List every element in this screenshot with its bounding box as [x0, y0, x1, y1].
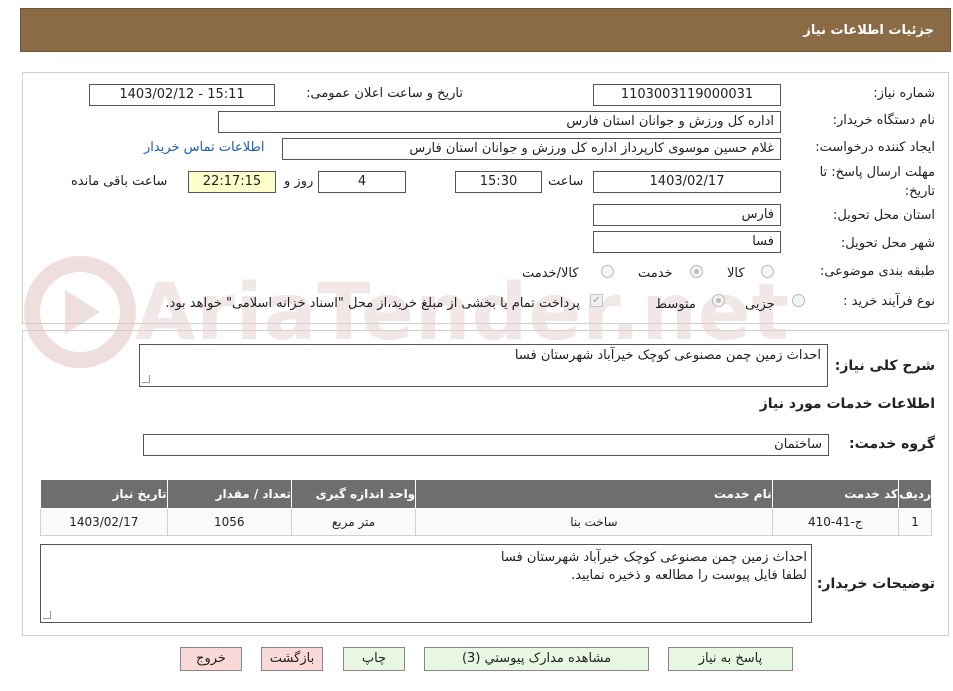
col-name: نام خدمت — [415, 479, 773, 509]
process-medium-label: متوسط — [655, 297, 696, 312]
buyer-notes-field: احداث زمین چمن مصنوعی کوچک خیرآباد شهرست… — [40, 544, 812, 623]
service-group-label: گروه خدمت: — [849, 436, 935, 452]
buyer-org-label: نام دستگاه خریدار: — [832, 113, 935, 128]
print-button[interactable]: چاپ — [343, 647, 405, 671]
cell-qty: 1056 — [166, 508, 292, 536]
category-goods-service-label: کالا/خدمت — [522, 266, 579, 281]
process-minor-label: جزیی — [745, 297, 775, 312]
requester-label: ایجاد کننده درخواست: — [815, 140, 935, 155]
deadline-label-2: تاریخ: — [904, 184, 935, 199]
col-date: تاریخ نیاز — [40, 479, 168, 509]
buyer-notes-label: توضیحات خریدار: — [816, 576, 935, 592]
col-code: کد خدمت — [771, 479, 900, 509]
table-row: 1 ج-41-410 ساخت بنا متر مربع 1056 1403/0… — [40, 508, 932, 536]
cell-date: 1403/02/17 — [40, 508, 168, 536]
view-attachments-button[interactable]: مشاهده مدارک پیوستي (3) — [424, 647, 649, 671]
summary-field: احداث زمین چمن مصنوعی کوچک خیرآباد شهرست… — [139, 344, 828, 387]
page-title: جزئیات اطلاعات نیاز — [803, 23, 934, 38]
deadline-time-field: 15:30 — [455, 171, 542, 193]
need-number-label: شماره نیاز: — [873, 86, 935, 101]
buyer-notes-line-2: لطفا فایل پیوست را مطالعه و ذخیره نمایید… — [571, 568, 807, 583]
deadline-label-1: مهلت ارسال پاسخ: تا — [819, 165, 935, 180]
buyer-notes-line-1: احداث زمین چمن مصنوعی کوچک خیرآباد شهرست… — [500, 550, 807, 565]
back-button[interactable]: بازگشت — [261, 647, 323, 671]
page-header: جزئیات اطلاعات نیاز — [20, 8, 951, 52]
buyer-contact-link[interactable]: اطلاعات تماس خریدار — [144, 140, 264, 155]
exit-button[interactable]: خروج — [180, 647, 242, 671]
deadline-days-field: 4 — [318, 171, 406, 193]
col-row: ردیف — [898, 479, 932, 509]
category-goods-service-radio[interactable] — [601, 265, 614, 278]
process-medium-radio[interactable] — [712, 294, 725, 307]
cell-unit: متر مربع — [290, 508, 417, 536]
col-qty: تعداد / مقدار — [166, 479, 292, 509]
treasury-payment-note: پرداخت تمام یا بخشی از مبلغ خرید،از محل … — [165, 296, 580, 311]
remaining-time-label: ساعت باقی مانده — [71, 174, 168, 189]
category-service-label: خدمت — [638, 266, 673, 281]
cell-row: 1 — [898, 508, 932, 536]
treasury-payment-checkbox[interactable]: ✓ — [590, 294, 603, 307]
reply-button[interactable]: پاسخ به نیاز — [668, 647, 793, 671]
deadline-date-field: 1403/02/17 — [593, 171, 781, 193]
buyer-org-field: اداره کل ورزش و جوانان استان فارس — [218, 111, 781, 133]
summary-label: شرح کلی نیاز: — [834, 358, 935, 374]
category-service-radio[interactable] — [690, 265, 703, 278]
services-table: ردیف کد خدمت نام خدمت واحد اندازه گیری ت… — [40, 479, 932, 536]
requester-field: غلام حسین موسوی کارپرداز اداره کل ورزش و… — [282, 138, 781, 160]
deadline-time-label: ساعت — [548, 174, 584, 189]
remaining-time-field: 22:17:15 — [188, 171, 276, 193]
category-label: طبقه بندی موضوعی: — [819, 264, 935, 279]
summary-resize-handle[interactable] — [142, 375, 150, 383]
announce-label: تاریخ و ساعت اعلان عمومی: — [306, 86, 463, 101]
category-goods-label: کالا — [727, 266, 745, 281]
need-number-field: 1103003119000031 — [593, 84, 781, 106]
process-label: نوع فرآیند خرید : — [843, 294, 935, 309]
service-group-field: ساختمان — [143, 434, 829, 456]
category-goods-radio[interactable] — [761, 265, 774, 278]
buyer-notes-resize-handle[interactable] — [43, 611, 51, 619]
cell-code: ج-41-410 — [771, 508, 900, 536]
announce-field: 1403/02/12 - 15:11 — [89, 84, 275, 106]
province-field: فارس — [593, 204, 781, 226]
services-table-header: ردیف کد خدمت نام خدمت واحد اندازه گیری ت… — [40, 479, 932, 509]
col-unit: واحد اندازه گیری — [290, 479, 417, 509]
city-label: شهر محل تحویل: — [840, 236, 935, 251]
process-minor-radio[interactable] — [792, 294, 805, 307]
services-section-title: اطلاعات خدمات مورد نیاز — [759, 396, 935, 412]
watermark-logo-icon — [24, 256, 136, 368]
summary-text: احداث زمین چمن مصنوعی کوچک خیرآباد شهرست… — [514, 348, 821, 363]
city-field: فسا — [593, 231, 781, 253]
deadline-days-label: روز و — [284, 174, 314, 189]
province-label: استان محل تحویل: — [833, 208, 935, 223]
cell-name: ساخت بنا — [415, 508, 773, 536]
